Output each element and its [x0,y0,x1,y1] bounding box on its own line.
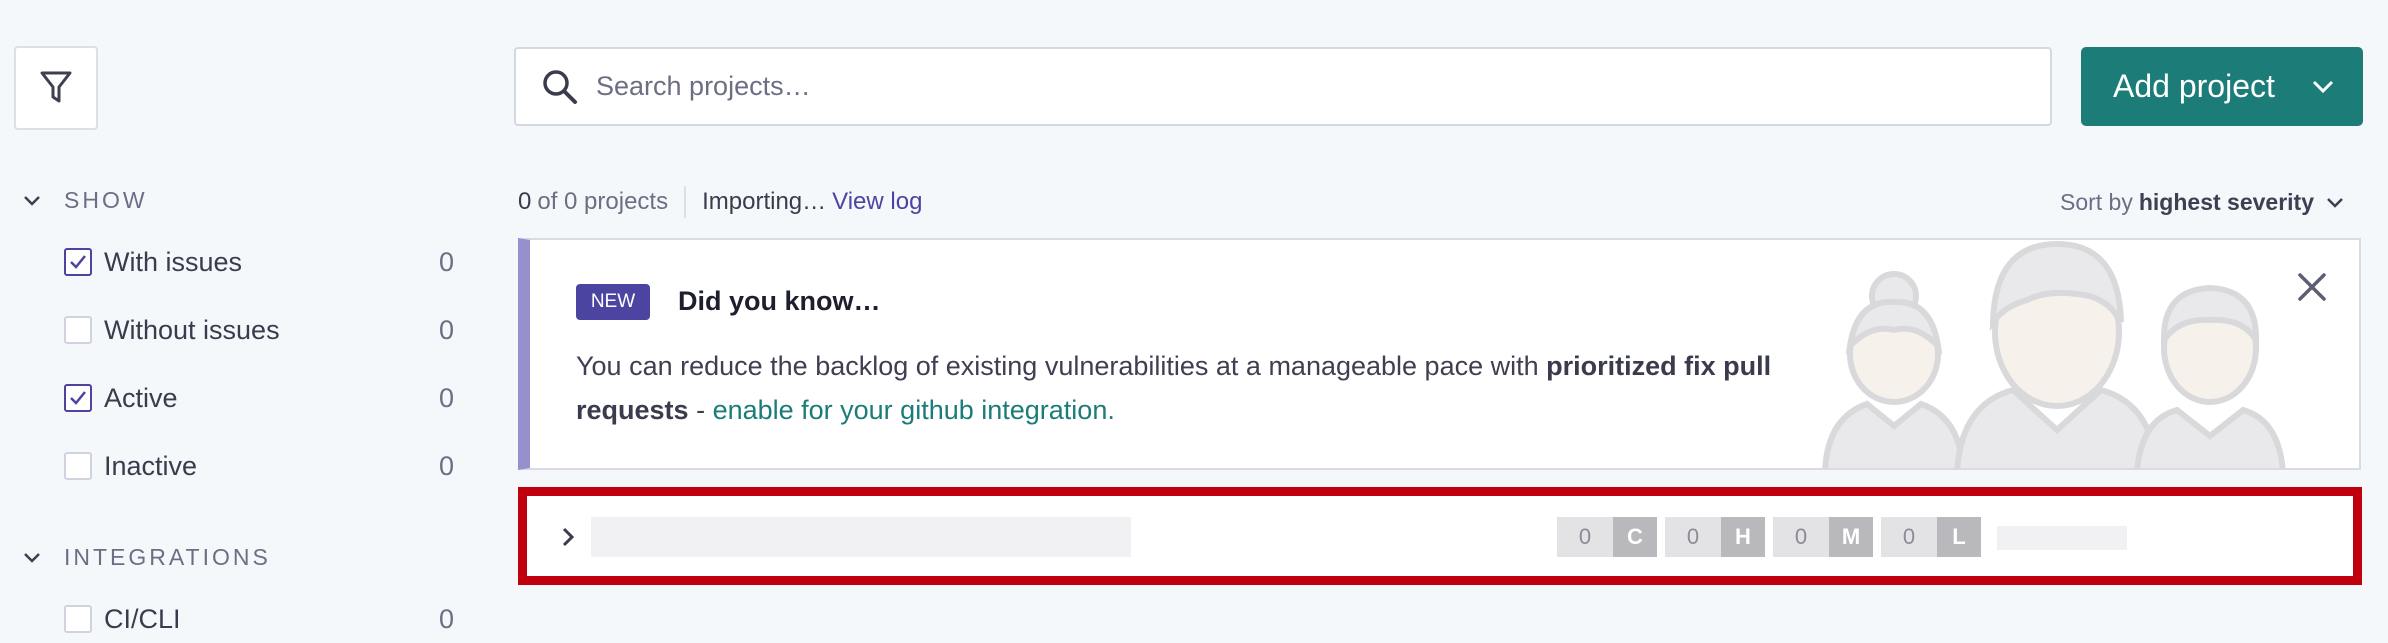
chevron-down-icon [24,195,40,206]
filter-without-issues[interactable]: Without issues 0 [64,310,454,350]
filter-label: Active [104,382,178,413]
show-section-title: SHOW [64,187,148,213]
severity-critical: 0 C [1557,517,1657,557]
filter-label: Without issues [104,314,280,345]
severity-letter: C [1613,517,1657,557]
filter-label: Inactive [104,450,198,481]
severity-letter: L [1937,517,1981,557]
filter-label: With issues [104,246,243,277]
filter-with-issues[interactable]: With issues 0 [64,242,454,282]
close-icon[interactable] [2295,270,2329,304]
severity-letter: M [1829,517,1873,557]
filter-ci-cli[interactable]: CI/CLI 0 [64,599,454,639]
add-project-button[interactable]: Add project [2081,47,2363,126]
chevron-right-icon[interactable] [557,526,579,548]
card-body-text: You can reduce the backlog of existing v… [576,351,1539,381]
severity-count: 0 [1665,517,1721,557]
people-illustration [1822,240,2286,468]
severity-count: 0 [1881,517,1937,557]
checkmark-icon [70,391,86,405]
card-body-dash: - [688,395,713,425]
search-icon [543,69,577,104]
add-project-label: Add project [2113,68,2275,104]
filter-count: 0 [438,314,454,345]
card-body: You can reduce the backlog of existing v… [576,344,1806,432]
checkbox[interactable] [64,605,92,633]
project-count-number: 0 [518,188,532,215]
project-name-skeleton [591,517,1131,557]
integrations-section-title: INTEGRATIONS [64,544,271,570]
filter-toggle-button[interactable] [14,46,98,130]
projects-meta: 0 of 0 projects Importing… View log [518,186,922,218]
filter-funnel-icon [40,71,72,103]
severity-letter: H [1721,517,1765,557]
project-count-text: of 0 projects [537,188,669,215]
sort-dropdown[interactable]: Sort by highest severity [2060,186,2346,218]
filter-label: CI/CLI [104,603,181,634]
checkbox[interactable] [64,248,92,276]
enable-integration-link[interactable]: enable for your github integration. [713,395,1115,425]
new-badge: NEW [576,284,650,320]
card-title: Did you know… [678,286,881,316]
import-status: Importing… [702,188,827,215]
checkbox[interactable] [64,452,92,480]
filter-count: 0 [438,382,454,413]
chevron-down-icon [24,552,40,563]
severity-low: 0 L [1881,517,1981,557]
filter-count: 0 [438,246,454,277]
show-section-header[interactable]: SHOW [22,187,148,214]
search-input[interactable] [596,71,1996,102]
search-box[interactable] [514,47,2052,126]
did-you-know-card: NEW Did you know… You can reduce the bac… [518,238,2361,470]
checkmark-icon [70,255,86,269]
sort-prefix: Sort by [2059,188,2133,215]
integrations-section-header[interactable]: INTEGRATIONS [22,544,271,571]
filter-inactive[interactable]: Inactive 0 [64,446,454,486]
severity-count: 0 [1773,517,1829,557]
chevron-down-icon[interactable] [2309,73,2337,101]
view-log-link[interactable]: View log [832,188,922,216]
severity-medium: 0 M [1773,517,1873,557]
chevron-down-icon [2327,198,2343,208]
sort-value: highest severity [2138,188,2314,215]
divider [684,186,687,218]
project-row-placeholder[interactable]: 0 C 0 H 0 M 0 L [518,487,2362,585]
checkbox[interactable] [64,316,92,344]
filter-count: 0 [438,603,454,634]
severity-high: 0 H [1665,517,1765,557]
projects-page: SHOW With issues 0 Without issues 0 Acti… [0,0,2388,643]
severity-count: 0 [1557,517,1613,557]
filter-count: 0 [438,450,454,481]
checkbox[interactable] [64,384,92,412]
filter-active[interactable]: Active 0 [64,378,454,418]
meta-skeleton [1997,526,2127,550]
